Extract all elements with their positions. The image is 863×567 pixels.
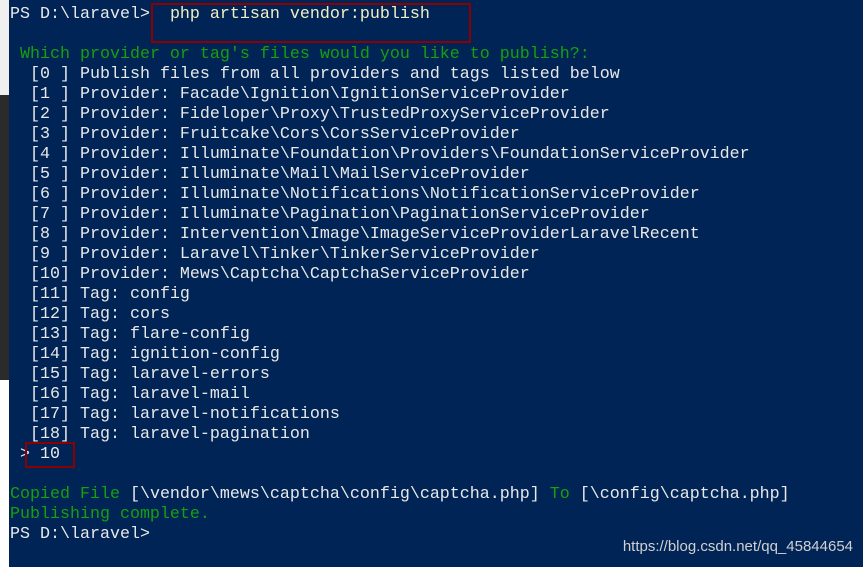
option-item: [6 ] Provider: Illuminate\Notifications\… <box>10 185 863 205</box>
option-text: [5 ] Provider: Illuminate\Mail\MailServi… <box>30 165 530 184</box>
option-item: [14] Tag: ignition-config <box>10 345 863 365</box>
option-text: [3 ] Provider: Fruitcake\Cors\CorsServic… <box>30 125 520 144</box>
option-text: [4 ] Provider: Illuminate\Foundation\Pro… <box>30 145 750 164</box>
question-text: Which provider or tag's files would you … <box>20 45 590 64</box>
option-text: [15] Tag: laravel-errors <box>30 365 270 384</box>
option-item: [9 ] Provider: Laravel\Tinker\TinkerServ… <box>10 245 863 265</box>
option-item: [15] Tag: laravel-errors <box>10 365 863 385</box>
option-item: [12] Tag: cors <box>10 305 863 325</box>
option-text: [8 ] Provider: Intervention\Image\ImageS… <box>30 225 700 244</box>
option-item: [11] Tag: config <box>10 285 863 305</box>
copied-label: Copied File <box>10 485 120 504</box>
command-highlight-box <box>151 3 471 43</box>
option-item: [5 ] Provider: Illuminate\Mail\MailServi… <box>10 165 863 185</box>
option-text: [17] Tag: laravel-notifications <box>30 405 340 424</box>
option-item: [0 ] Publish files from all providers an… <box>10 65 863 85</box>
copied-to: [\config\captcha.php] <box>579 485 790 504</box>
copied-line: Copied File [\vendor\mews\captcha\config… <box>10 485 863 505</box>
option-item: [3 ] Provider: Fruitcake\Cors\CorsServic… <box>10 125 863 145</box>
option-item: [8 ] Provider: Intervention\Image\ImageS… <box>10 225 863 245</box>
option-text: [11] Tag: config <box>30 285 190 304</box>
prompt: PS D:\laravel> <box>10 5 150 24</box>
option-text: [1 ] Provider: Facade\Ignition\IgnitionS… <box>30 85 570 104</box>
option-item: [16] Tag: laravel-mail <box>10 385 863 405</box>
option-text: [0 ] Publish files from all providers an… <box>30 65 620 84</box>
option-text: [16] Tag: laravel-mail <box>30 385 250 404</box>
option-text: [2 ] Provider: Fideloper\Proxy\TrustedPr… <box>30 105 610 124</box>
copied-from: [\vendor\mews\captcha\config\captcha.php… <box>129 485 540 504</box>
option-text: [9 ] Provider: Laravel\Tinker\TinkerServ… <box>30 245 540 264</box>
watermark: https://blog.csdn.net/qq_45844654 <box>622 538 853 555</box>
input-line: > 10 <box>10 445 863 465</box>
option-item: [4 ] Provider: Illuminate\Foundation\Pro… <box>10 145 863 165</box>
option-item: [13] Tag: flare-config <box>10 325 863 345</box>
option-item: [1 ] Provider: Facade\Ignition\IgnitionS… <box>10 85 863 105</box>
option-item: [17] Tag: laravel-notifications <box>10 405 863 425</box>
option-text: [14] Tag: ignition-config <box>30 345 280 364</box>
option-item: [2 ] Provider: Fideloper\Proxy\TrustedPr… <box>10 105 863 125</box>
powershell-terminal[interactable]: PS D:\laravel> php artisan vendor:publis… <box>10 5 863 545</box>
option-item: [7 ] Provider: Illuminate\Pagination\Pag… <box>10 205 863 225</box>
publishing-complete: Publishing complete. <box>10 505 210 524</box>
option-text: [10] Provider: Mews\Captcha\CaptchaServi… <box>30 265 530 284</box>
to-label: To <box>549 485 570 504</box>
input-highlight-box <box>25 442 75 468</box>
option-item: [10] Provider: Mews\Captcha\CaptchaServi… <box>10 265 863 285</box>
option-text: [12] Tag: cors <box>30 305 170 324</box>
option-text: [6 ] Provider: Illuminate\Notifications\… <box>30 185 700 204</box>
option-text: [7 ] Provider: Illuminate\Pagination\Pag… <box>30 205 650 224</box>
option-item: [18] Tag: laravel-pagination <box>10 425 863 445</box>
option-text: [13] Tag: flare-config <box>30 325 250 344</box>
background-window-edge <box>0 0 9 567</box>
